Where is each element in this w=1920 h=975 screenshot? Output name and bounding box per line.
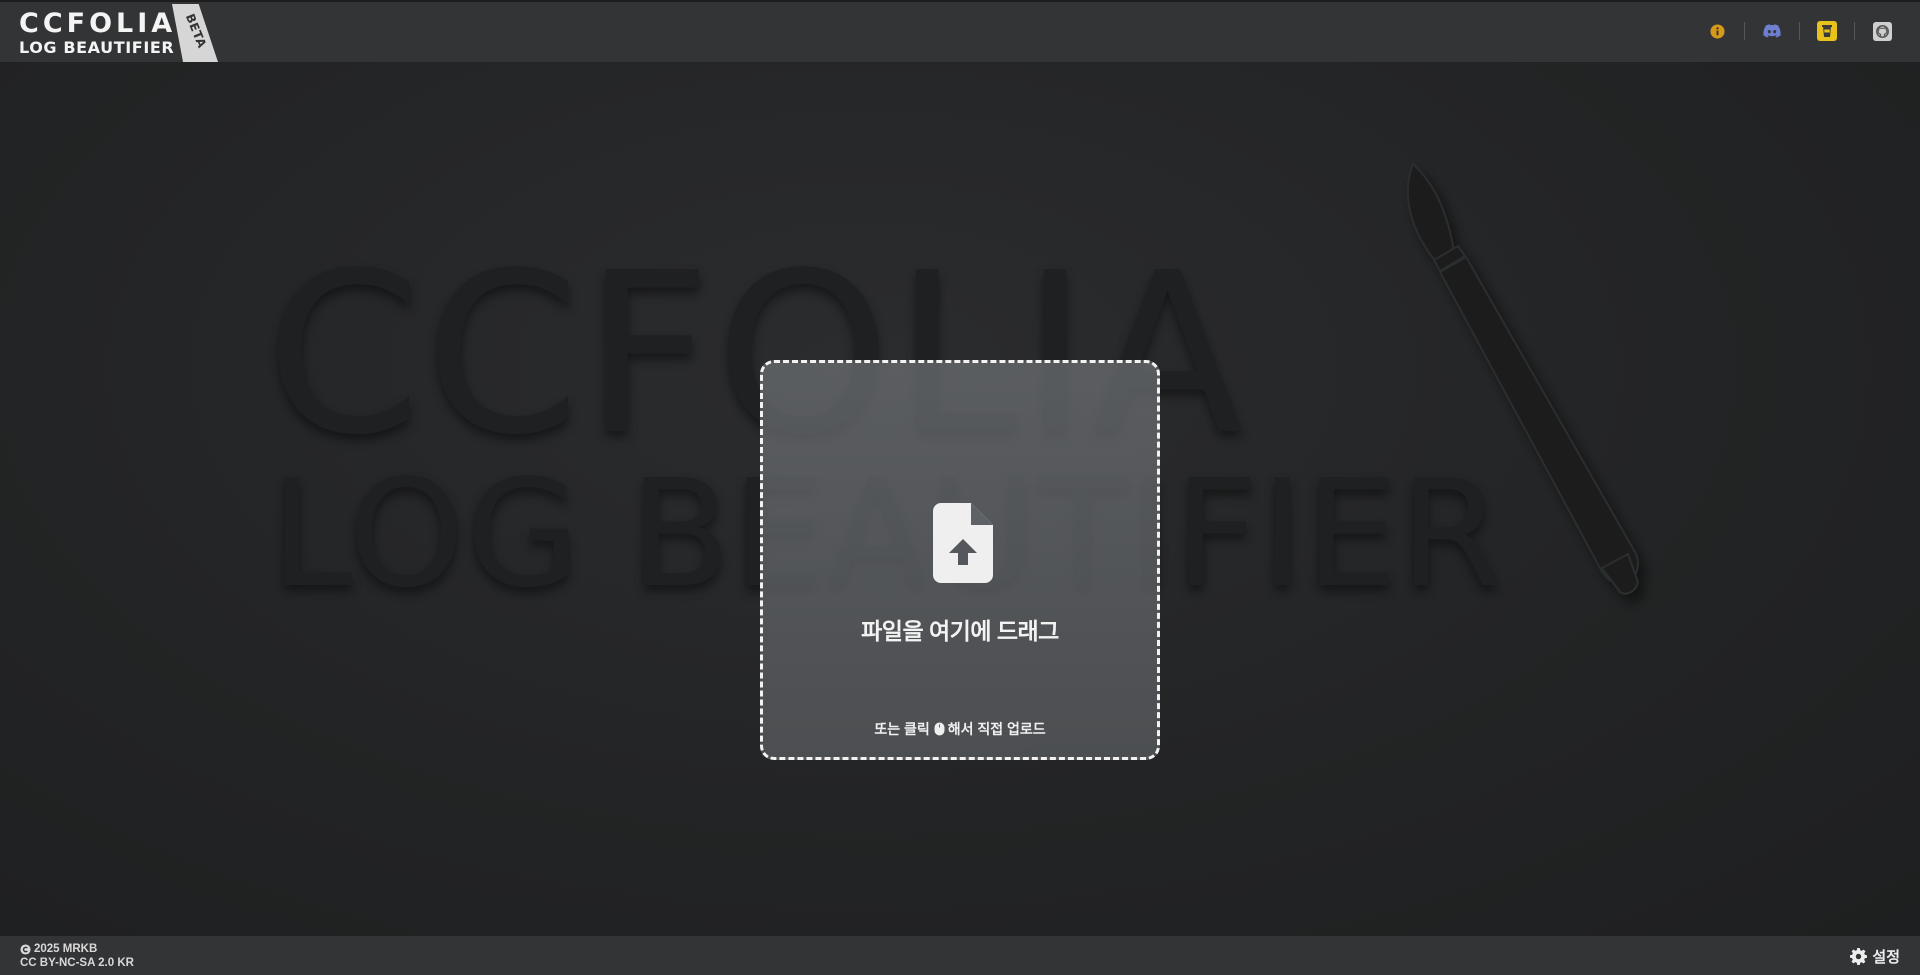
logo-title: CCFOLIA	[19, 8, 177, 39]
settings-button[interactable]: 설정	[1850, 946, 1900, 967]
mouse-icon	[934, 722, 945, 736]
header-actions	[1707, 21, 1892, 41]
copyright-notice: 2025 MRKB CC BY-NC-SA 2.0 KR	[20, 942, 134, 970]
drop-zone-subtitle: 또는 클릭 해서 직접 업로드	[763, 719, 1157, 739]
coffee-cup-icon[interactable]	[1817, 21, 1837, 41]
header-divider	[1854, 22, 1855, 40]
gear-icon	[1850, 948, 1868, 965]
drop-zone-title: 파일을 여기에 드래그	[861, 618, 1059, 644]
header-divider	[1799, 22, 1800, 40]
settings-label: 설정	[1872, 949, 1900, 966]
header-divider	[1744, 22, 1745, 40]
file-drop-zone[interactable]: 파일을 여기에 드래그 또는 클릭 해서 직접 업로드	[760, 360, 1160, 760]
top-bar: CCFOLIA LOG BEAUTIFIER BETA	[0, 0, 1920, 62]
main-stage: CCFOLIA LOG BEAUTIFIER 파일을 여기에 드래그 또는 클릭	[0, 62, 1920, 936]
footer: 2025 MRKB CC BY-NC-SA 2.0 KR 설정	[0, 936, 1920, 975]
fountain-pen-icon	[1406, 162, 1640, 595]
copyright-icon	[20, 943, 31, 955]
file-upload-icon	[933, 503, 993, 583]
info-icon[interactable]	[1707, 21, 1727, 41]
logo-subtitle: LOG BEAUTIFIER	[19, 38, 175, 57]
license-text[interactable]: CC BY-NC-SA 2.0 KR	[20, 956, 134, 970]
discord-icon[interactable]	[1762, 21, 1782, 41]
copyright-text: 2025 MRKB	[34, 943, 98, 955]
drop-zone-subtitle-suffix: 해서 직접 업로드	[947, 721, 1046, 737]
github-icon[interactable]	[1872, 21, 1892, 41]
app-logo[interactable]: CCFOLIA LOG BEAUTIFIER	[19, 8, 176, 57]
drop-zone-subtitle-prefix: 또는 클릭	[874, 721, 930, 737]
